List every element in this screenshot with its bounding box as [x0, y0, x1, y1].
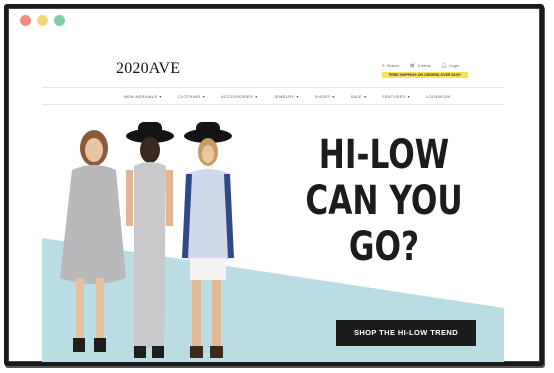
search-label: Search: [386, 63, 400, 68]
nav-bottom-divider: [42, 104, 504, 105]
nav-lookbook[interactable]: LOOKBOOK: [418, 94, 459, 99]
maximize-dot[interactable]: [54, 15, 65, 26]
nav-accessories[interactable]: ACCESSORIES ▾: [213, 94, 266, 99]
login-link[interactable]: 👤︎ Login: [441, 63, 459, 69]
search-link[interactable]: ⌕ Search: [382, 63, 400, 69]
cart-link[interactable]: 🛒︎ 0 items: [410, 63, 431, 69]
main-nav: NEW ARRIVALS ▾ CLOTHING ▾ ACCESSORIES ▾ JEW…: [116, 94, 459, 99]
chevron-down-icon: ▾: [332, 94, 335, 99]
cart-label: 0 items: [417, 63, 431, 68]
nav-label: FEATURES: [382, 94, 406, 99]
headline-line-1: HI-LOW: [318, 132, 450, 178]
window-controls: [20, 15, 65, 26]
nav-jewelry[interactable]: JEWELRY ▾: [266, 94, 307, 99]
site-logo[interactable]: 2020AVE: [116, 60, 180, 78]
nav-features[interactable]: FEATURES ▾: [374, 94, 418, 99]
nav-new-arrivals[interactable]: NEW ARRIVALS ▾: [116, 94, 170, 99]
hero-banner[interactable]: HI-LOW CAN YOU GO? SHOP THE HI-LOW TREND: [42, 108, 504, 362]
nav-label: JEWELRY: [273, 94, 295, 99]
chevron-down-icon: ▾: [407, 94, 411, 99]
login-label: Login: [449, 63, 459, 68]
nav-label: LOOKBOOK: [426, 94, 452, 99]
user-icon: 👤︎: [440, 63, 448, 69]
chevron-down-icon: ▾: [255, 94, 258, 99]
shop-trend-button[interactable]: SHOP THE HI-LOW TREND: [336, 320, 476, 346]
nav-shoes[interactable]: SHOES ▾: [307, 94, 343, 99]
nav-label: SALE: [350, 94, 363, 99]
nav-label: NEW ARRIVALS: [124, 94, 158, 99]
website-viewport: 2020AVE ⌕ Search 🛒︎ 0 items 👤︎ Login FREE S…: [42, 44, 504, 362]
close-dot[interactable]: [20, 15, 31, 26]
nav-label: SHOES: [314, 94, 331, 99]
utility-links: ⌕ Search 🛒︎ 0 items 👤︎ Login: [382, 63, 459, 69]
nav-clothing[interactable]: CLOTHING ▾: [170, 94, 213, 99]
nav-sale[interactable]: SALE ▾: [343, 94, 375, 99]
nav-label: CLOTHING: [177, 94, 201, 99]
nav-top-divider: [42, 87, 504, 88]
chevron-down-icon: ▾: [296, 94, 299, 99]
chevron-down-icon: ▾: [159, 94, 162, 99]
minimize-dot[interactable]: [37, 15, 48, 26]
hero-headline: HI-LOW CAN YOU GO?: [298, 132, 470, 270]
chevron-down-icon: ▾: [202, 94, 206, 99]
search-icon: ⌕: [382, 63, 385, 69]
nav-label: ACCESSORIES: [221, 94, 254, 99]
chevron-down-icon: ▾: [364, 94, 367, 99]
cart-icon: 🛒︎: [409, 63, 416, 69]
headline-line-2: CAN YOU GO?: [305, 178, 463, 270]
promo-banner: FREE SHIPPING ON ORDERS OVER $100*: [382, 72, 468, 78]
